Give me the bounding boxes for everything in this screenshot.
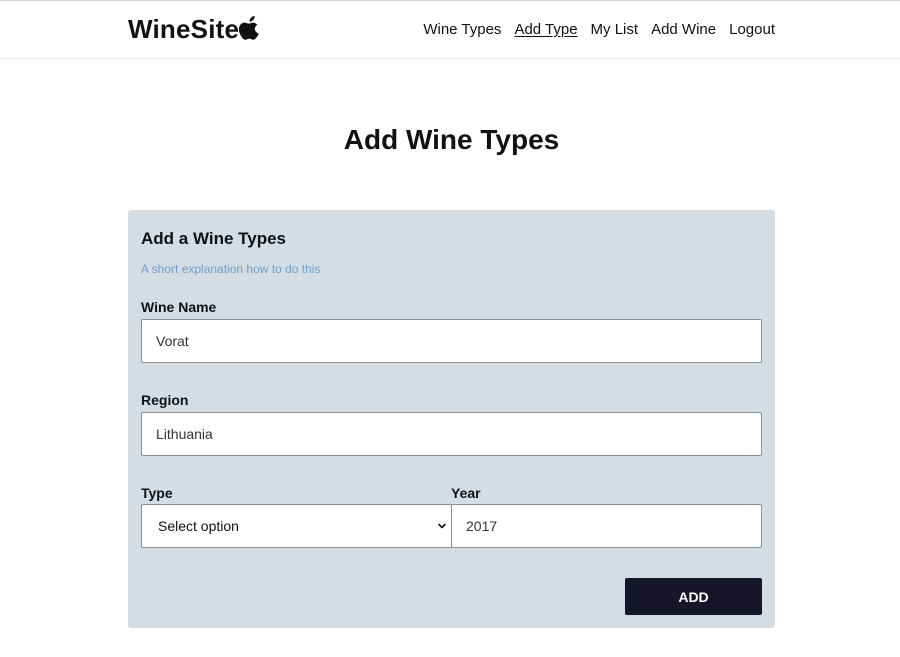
region-input[interactable]	[141, 412, 762, 456]
form-hint: A short explanation how to do this	[141, 262, 321, 276]
chevron-down-icon	[438, 523, 446, 529]
top-navigation-bar: WineSite Wine Types Add Type My List Add…	[0, 0, 900, 59]
type-label: Type	[141, 485, 173, 501]
type-selected-value: Select option	[158, 518, 239, 534]
apple-icon	[239, 16, 259, 40]
brand-logo[interactable]: WineSite	[128, 14, 261, 44]
nav-logout[interactable]: Logout	[729, 21, 775, 38]
brand-name: WineSite	[128, 13, 240, 44]
region-label: Region	[141, 392, 189, 408]
wine-name-input[interactable]	[141, 319, 762, 363]
nav-my-list[interactable]: My List	[591, 21, 639, 38]
year-input[interactable]	[451, 504, 762, 548]
year-label: Year	[451, 485, 481, 501]
nav-add-type[interactable]: Add Type	[514, 21, 577, 38]
main-nav: Wine Types Add Type My List Add Wine Log…	[410, 21, 775, 38]
add-wine-type-form: Add a Wine Types A short explanation how…	[128, 210, 775, 628]
wine-name-label: Wine Name	[141, 299, 217, 315]
nav-add-wine[interactable]: Add Wine	[651, 21, 716, 38]
nav-wine-types[interactable]: Wine Types	[423, 21, 501, 38]
add-button[interactable]: ADD	[625, 578, 762, 615]
page-title: Add Wine Types	[343, 124, 560, 155]
type-select[interactable]: Select option	[141, 504, 452, 548]
form-title: Add a Wine Types	[141, 229, 286, 248]
